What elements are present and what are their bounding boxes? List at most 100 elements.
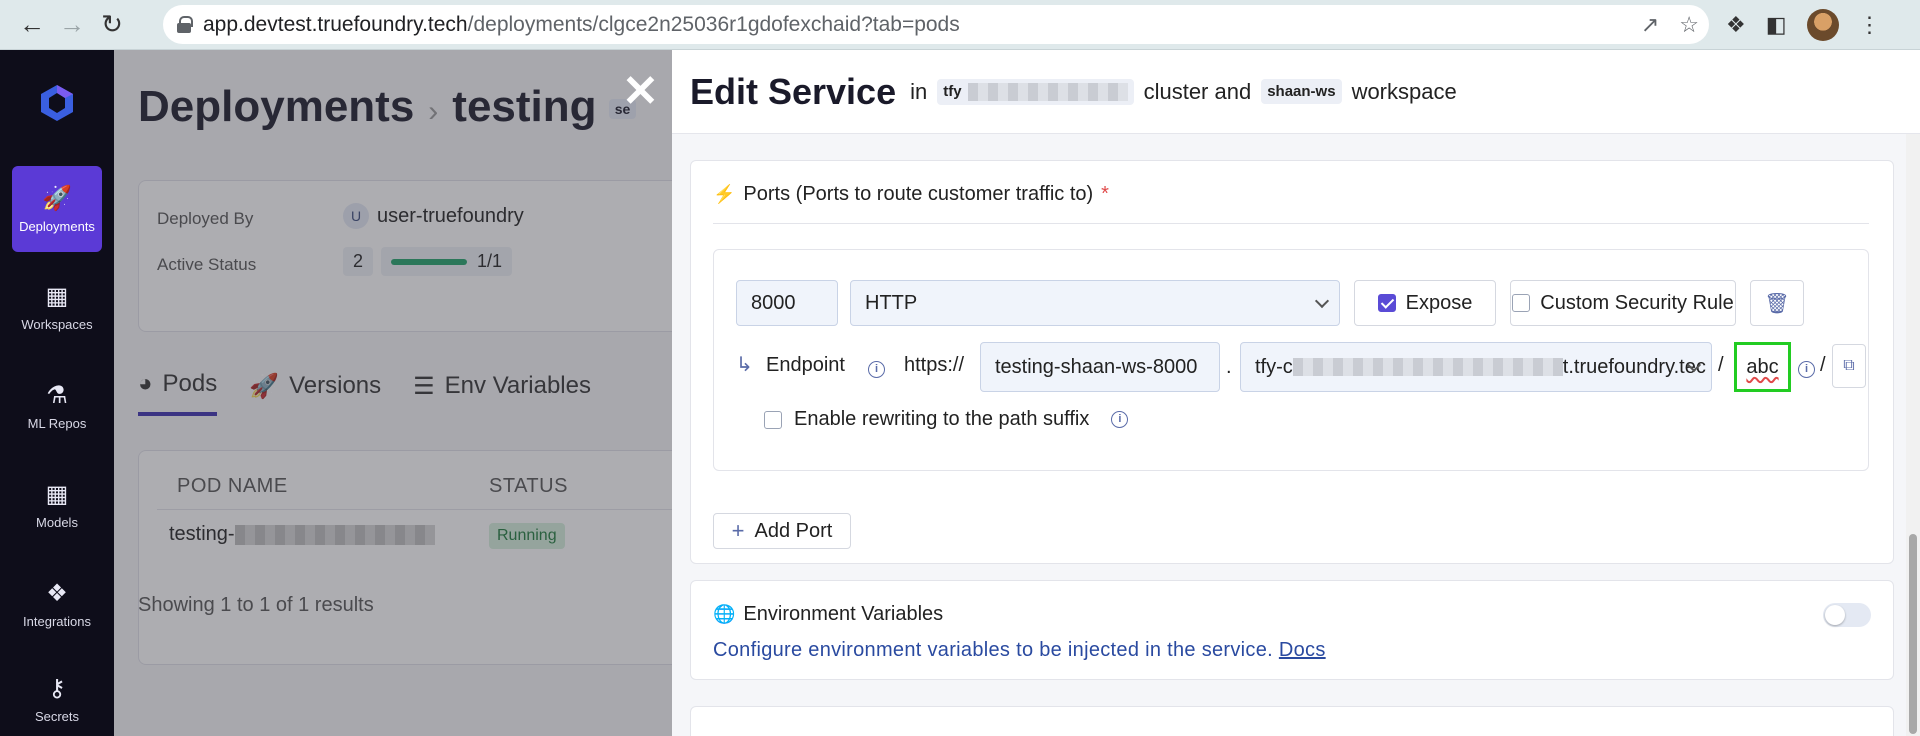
env-variables-toggle[interactable] (1823, 603, 1871, 627)
path-input[interactable]: abc (1734, 342, 1791, 392)
sidebar-item-label: Secrets (34, 709, 80, 724)
slash-separator: / (1718, 354, 1724, 376)
truefoundry-logo (41, 85, 73, 121)
ports-title-text: Ports (Ports to route customer traffic t… (743, 183, 1094, 205)
domain-suffix: t.truefoundry.tec (1562, 355, 1706, 378)
docs-link[interactable]: Docs (1279, 639, 1326, 661)
globe-icon: 🌐 (713, 604, 736, 624)
cluster-tag: tfy (937, 78, 1134, 105)
drawer-scrollbar[interactable] (1906, 134, 1920, 736)
delete-port-button[interactable]: 🗑 (1750, 280, 1804, 326)
address-bar[interactable]: app.devtest.truefoundry.tech/deployments… (163, 5, 1709, 44)
back-icon[interactable]: ← (12, 5, 52, 45)
add-port-label: Add Port (754, 519, 833, 542)
trash-icon: 🗑 (1764, 292, 1790, 315)
grid-icon: ▦ (45, 481, 69, 508)
extensions-icon[interactable]: ❖ (1726, 12, 1746, 38)
sidebar-item-models[interactable]: ▦ Models (12, 462, 102, 548)
sidebar-item-label: Workspaces (21, 317, 93, 332)
reload-icon[interactable]: ↻ (92, 5, 132, 45)
next-section-card (690, 706, 1894, 736)
redacted-cluster (967, 82, 1128, 101)
flask-icon: ⚗ (46, 382, 68, 409)
side-panel-icon[interactable]: ◧ (1766, 12, 1787, 38)
plus-icon: + (731, 518, 745, 543)
env-description-text: Configure environment variables to be in… (713, 639, 1274, 661)
url-host: app.devtest.truefoundry.tech (203, 12, 468, 36)
ports-section: ⚡ Ports (Ports to route customer traffic… (690, 160, 1894, 564)
key-icon: ⚷ (48, 675, 66, 702)
cluster-text: cluster and (1143, 78, 1252, 104)
custom-security-rule-checkbox[interactable]: Custom Security Rule (1510, 280, 1736, 326)
checkbox-unchecked (764, 410, 782, 429)
env-title-text: Environment Variables (743, 603, 944, 625)
copy-icon: ⧉ (1843, 357, 1855, 374)
workspace-tag: shaan-ws (1261, 79, 1342, 104)
scheme-label: https:// (904, 354, 965, 376)
bookmark-star-icon[interactable]: ☆ (1679, 12, 1699, 38)
browser-toolbar: ← → ↻ app.devtest.truefoundry.tech/deplo… (0, 0, 1920, 50)
plug-icon: ⚡ (713, 184, 736, 204)
trailing-slash: / (1820, 354, 1826, 376)
sidebar-item-workspaces[interactable]: ▦ Workspaces (12, 264, 102, 350)
env-title: 🌐 Environment Variables (713, 603, 943, 626)
forward-icon[interactable]: → (52, 5, 92, 45)
profile-avatar[interactable] (1806, 9, 1839, 41)
endpoint-info-icon[interactable]: i (868, 355, 885, 378)
copy-endpoint-button[interactable]: ⧉ (1832, 344, 1866, 388)
sidebar-item-deployments[interactable]: 🚀 Deployments (12, 166, 102, 252)
lock-icon (177, 16, 193, 33)
env-description: Configure environment variables to be in… (713, 639, 1326, 662)
expose-checkbox[interactable]: Expose (1354, 280, 1496, 326)
environment-variables-section: 🌐 Environment Variables Configure enviro… (690, 580, 1894, 680)
rewrite-path-checkbox[interactable]: Enable rewriting to the path suffix i (764, 408, 1129, 431)
in-text: in (910, 78, 928, 104)
port-entry: 8000 HTTP Expose Custom Security Rule 🗑 … (713, 249, 1869, 471)
path-value: abc (1746, 355, 1779, 378)
sidebar-item-secrets[interactable]: ⚷ Secrets (12, 656, 102, 736)
custom-rule-label: Custom Security Rule (1540, 291, 1734, 314)
sidebar-item-label: Deployments (19, 219, 95, 234)
return-arrow-icon: ↳ (736, 354, 753, 376)
sidebar-item-label: Integrations (23, 614, 91, 629)
sidebar-item-ml-repos[interactable]: ⚗ ML Repos (12, 363, 102, 449)
drawer-title: Edit Service (690, 70, 897, 112)
path-info-icon[interactable]: i (1798, 355, 1815, 378)
required-mark: * (1101, 183, 1109, 205)
sidebar-item-integrations[interactable]: ❖ Integrations (12, 561, 102, 647)
rewrite-info-icon[interactable]: i (1111, 411, 1129, 428)
app-sidebar: 🚀 Deployments ▦ Workspaces ⚗ ML Repos ▦ … (0, 50, 114, 736)
protocol-select[interactable]: HTTP (850, 280, 1340, 326)
workspace-text: workspace (1351, 78, 1457, 104)
url-path: /deployments/clgce2n25036r1gdofexchaid?t… (467, 12, 960, 36)
redacted-domain (1292, 358, 1563, 376)
port-number-input[interactable]: 8000 (736, 280, 838, 326)
puzzle-icon: ❖ (46, 580, 68, 607)
add-port-button[interactable]: + Add Port (713, 513, 851, 549)
sidebar-item-label: ML Repos (27, 416, 87, 431)
rewrite-label: Enable rewriting to the path suffix (794, 408, 1090, 430)
divider (713, 223, 1869, 224)
menu-kebab-icon[interactable]: ⋮ (1859, 12, 1881, 38)
edit-service-drawer: Edit Service in tfy cluster and shaan-ws… (672, 50, 1920, 736)
scrollbar-thumb[interactable] (1909, 534, 1917, 734)
share-icon[interactable]: ↗ (1641, 12, 1659, 38)
domain-prefix: tfy-c (1255, 355, 1293, 378)
ports-title: ⚡ Ports (Ports to route customer traffic… (713, 183, 1109, 206)
endpoint-label: Endpoint (766, 354, 845, 376)
modal-backdrop[interactable] (114, 50, 672, 736)
host-prefix-input[interactable]: testing-shaan-ws-8000 (980, 342, 1220, 392)
domain-select[interactable]: tfy-c t.truefoundry.tec (1240, 342, 1712, 392)
checkbox-unchecked (1512, 294, 1531, 312)
expose-label: Expose (1405, 291, 1473, 314)
dot-separator: . (1226, 356, 1232, 378)
protocol-value: HTTP (865, 291, 918, 314)
sidebar-item-label: Models (36, 515, 78, 530)
drawer-header: Edit Service in tfy cluster and shaan-ws… (672, 50, 1920, 134)
rocket-icon: 🚀 (42, 185, 72, 212)
close-icon[interactable]: ✕ (622, 70, 659, 114)
checkbox-checked (1377, 294, 1396, 312)
chevron-down-icon (1314, 293, 1330, 309)
cluster-name: tfy (943, 83, 962, 100)
workspaces-icon: ▦ (45, 283, 69, 310)
